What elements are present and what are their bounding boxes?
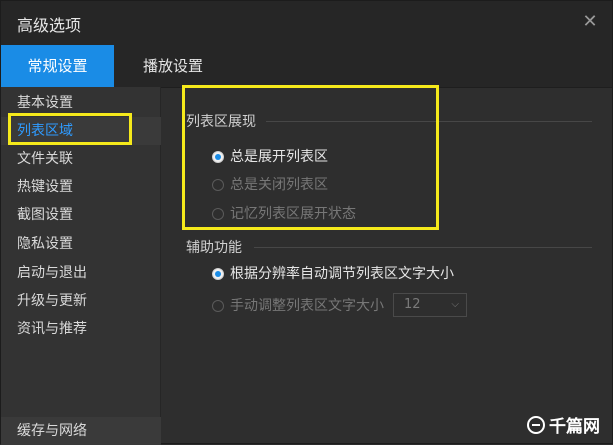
advanced-options-window: 高级选项 ✕ 常规设置 播放设置 基本设置 列表区域 文件关联 热键设置 截图设… [0, 0, 613, 445]
assist-section-title: 辅助功能 [186, 240, 242, 256]
highlight-box-list-section [182, 85, 439, 230]
radio-unchecked-icon [212, 300, 224, 312]
sidebar-item-cache-network[interactable]: 缓存与网络 [1, 417, 161, 445]
assist-section-divider [254, 247, 592, 248]
watermark-logo-icon [527, 415, 545, 434]
tab-bar: 常规设置 播放设置 [1, 45, 612, 88]
option-label: 手动调整列表区文字大小 [230, 298, 384, 314]
option-label: 根据分辨率自动调节列表区文字大小 [230, 266, 454, 282]
font-size-value: 12 [404, 297, 421, 312]
sidebar-item-startup-exit[interactable]: 启动与退出 [1, 259, 161, 287]
font-size-select[interactable]: 12 ⌵ [393, 293, 467, 317]
highlight-box-sidebar [8, 113, 132, 145]
tab-playback-settings[interactable]: 播放设置 [114, 45, 232, 87]
window-title: 高级选项 [17, 16, 82, 35]
sidebar-item-upgrade[interactable]: 升级与更新 [1, 287, 161, 315]
sidebar-item-screenshot[interactable]: 截图设置 [1, 201, 161, 229]
tab-general-settings[interactable]: 常规设置 [1, 45, 114, 87]
chevron-down-icon: ⌵ [451, 299, 459, 310]
sidebar-item-hotkeys[interactable]: 热键设置 [1, 173, 161, 201]
sidebar-item-news[interactable]: 资讯与推荐 [1, 315, 161, 343]
title-bar: 高级选项 ✕ [1, 1, 612, 45]
watermark-text: 千篇网 [549, 417, 600, 437]
watermark: 千篇网 [527, 412, 600, 437]
sidebar-item-privacy[interactable]: 隐私设置 [1, 230, 161, 258]
close-icon[interactable]: ✕ [578, 10, 602, 34]
sidebar-item-file-association[interactable]: 文件关联 [1, 145, 161, 173]
option-auto-font-size[interactable]: 根据分辨率自动调节列表区文字大小 [212, 263, 454, 285]
radio-checked-icon [212, 268, 224, 280]
option-manual-font-size[interactable]: 手动调整列表区文字大小 [212, 295, 384, 317]
